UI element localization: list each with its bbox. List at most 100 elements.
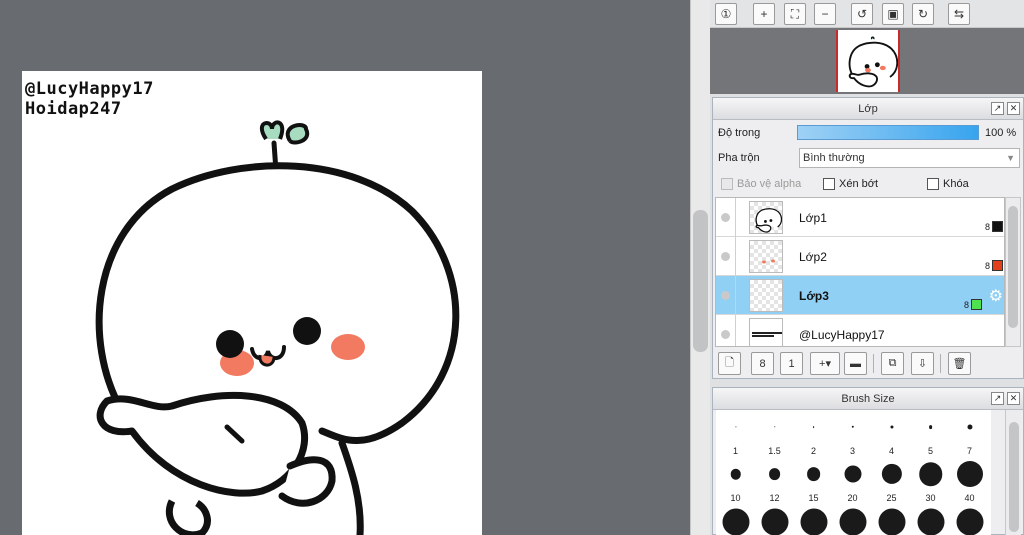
brush-size-label: 2 (810, 446, 816, 456)
visibility-toggle[interactable] (721, 252, 730, 261)
layer-color-swatch[interactable] (992, 260, 1003, 271)
brush-size-label: 1 (732, 446, 738, 456)
opacity-slider[interactable] (797, 125, 979, 140)
brush-size-dot (956, 461, 983, 487)
brush-size-option[interactable]: 25 (872, 457, 911, 507)
brush-size-option[interactable]: 40 (950, 457, 989, 507)
reset-view-icon[interactable]: ▣ (882, 3, 904, 25)
visibility-toggle[interactable] (721, 213, 730, 222)
layer-depth-badge: 8 (985, 221, 1003, 232)
protect-alpha-checkbox[interactable]: Bảo vệ alpha (721, 178, 801, 190)
brush-size-option[interactable] (833, 504, 872, 535)
navigator-thumbnail[interactable] (836, 30, 900, 92)
canvas-workspace[interactable]: @LucyHappy17 Hoidap247 (0, 0, 690, 535)
brush-size-dot (928, 425, 933, 429)
close-icon[interactable]: ✕ (1007, 102, 1020, 115)
visibility-toggle[interactable] (721, 291, 730, 300)
layer-color-swatch[interactable] (971, 299, 982, 310)
flip-horizontal-icon[interactable]: ⇆ (948, 3, 970, 25)
brush-size-option[interactable]: 15 (794, 457, 833, 507)
brush-size-option[interactable] (716, 504, 755, 535)
brush-size-panel: Brush Size ↗ ✕ 1 1.5 2 3 4 5 7 10 12 15 20 25 30 40 (712, 387, 1024, 535)
brush-size-option[interactable]: 1 (716, 410, 755, 460)
artboard[interactable]: @LucyHappy17 Hoidap247 (22, 71, 482, 535)
brush-size-option[interactable]: 10 (716, 457, 755, 507)
brush-size-option[interactable] (755, 504, 794, 535)
brush-size-option[interactable]: 5 (911, 410, 950, 460)
brush-size-dot (812, 426, 815, 428)
brush-size-label: 12 (769, 493, 780, 503)
new-8bit-layer-icon[interactable]: 8 (751, 352, 774, 375)
opacity-value: 100 % (985, 127, 1017, 139)
brush-panel-header: Brush Size ↗ ✕ (713, 388, 1023, 410)
new-layer-icon[interactable]: 🗋 (718, 352, 741, 375)
brush-size-label: 15 (808, 493, 819, 503)
brush-size-dot (730, 468, 741, 480)
layer-color-swatch[interactable] (992, 221, 1003, 232)
fit-window-icon[interactable]: ⛶ (784, 3, 806, 25)
artwork-chibi-drawing (95, 120, 460, 535)
brush-size-dot (800, 508, 827, 535)
close-icon[interactable]: ✕ (1007, 392, 1020, 405)
brush-size-option[interactable]: 12 (755, 457, 794, 507)
checkbox-box (927, 178, 939, 190)
brush-panel-scrollbar[interactable] (1005, 410, 1021, 535)
layer-name: Lớp2 (799, 250, 827, 264)
watermark-line: @LucyHappy17 (25, 79, 154, 99)
layer-list-scrollbar[interactable] (1005, 197, 1021, 347)
canvas-vertical-scrollbar[interactable] (690, 0, 710, 535)
zoom-in-icon[interactable]: + (753, 3, 775, 25)
detach-panel-icon[interactable]: ↗ (991, 392, 1004, 405)
add-layer-dropdown-icon[interactable]: +▾ (810, 352, 840, 375)
merge-layer-icon[interactable]: ⇩ (911, 352, 934, 375)
brush-size-option[interactable] (872, 504, 911, 535)
layer-row[interactable]: Lớp1 8 (716, 198, 1004, 237)
layer-row-selected[interactable]: Lớp3 8 ⚙ (716, 276, 1004, 315)
folder-icon[interactable]: ▬ (844, 352, 867, 375)
brush-size-label: 7 (966, 446, 972, 456)
layer-panel: Lớp ↗ ✕ Độ trong 100 % Pha trộn Bình thư… (712, 97, 1024, 379)
trash-icon[interactable]: 🗑 (948, 352, 971, 375)
scrollbar-thumb[interactable] (693, 210, 708, 352)
brush-size-option[interactable]: 20 (833, 457, 872, 507)
brush-size-dot (956, 508, 983, 535)
brush-size-option[interactable]: 1.5 (755, 410, 794, 460)
protect-alpha-label: Bảo vệ alpha (737, 178, 802, 190)
clipping-checkbox[interactable]: Xén bớt (823, 178, 878, 190)
brush-size-option[interactable] (950, 504, 989, 535)
navigator-panel[interactable] (710, 28, 1024, 94)
brush-size-option[interactable]: 3 (833, 410, 872, 460)
gear-icon[interactable]: ⚙ (989, 286, 1003, 306)
layer-row[interactable]: Lớp2 8 (716, 237, 1004, 276)
layer-depth-badge: 8 (985, 260, 1003, 271)
brush-size-option[interactable] (794, 504, 833, 535)
zoom-out-icon[interactable]: − (814, 3, 836, 25)
scrollbar-thumb[interactable] (1008, 206, 1018, 328)
brush-size-option[interactable]: 30 (911, 457, 950, 507)
new-1bit-layer-icon[interactable]: 1 (780, 352, 803, 375)
blend-mode-label: Pha trộn (718, 152, 760, 164)
layer-row[interactable]: @LucyHappy17 (716, 315, 1004, 346)
layer-thumbnail (749, 201, 783, 234)
brush-size-option[interactable]: 4 (872, 410, 911, 460)
layer-bit-depth: 8 (984, 260, 990, 271)
brush-size-option[interactable]: 2 (794, 410, 833, 460)
brush-size-label: 25 (886, 493, 897, 503)
scrollbar-thumb[interactable] (1009, 422, 1019, 532)
lock-checkbox[interactable]: Khóa (927, 178, 969, 190)
brush-size-dot (773, 426, 776, 428)
brush-size-option[interactable]: 7 (950, 410, 989, 460)
blend-mode-select[interactable]: Bình thường ▼ (799, 148, 1020, 168)
rotate-left-icon[interactable]: ↺ (851, 3, 873, 25)
visibility-toggle[interactable] (721, 330, 730, 339)
brush-size-dot (844, 465, 861, 483)
brush-size-label: 1.5 (768, 446, 781, 456)
watermark-line: Hoidap247 (25, 99, 122, 119)
brush-size-option[interactable] (911, 504, 950, 535)
rotate-right-icon[interactable]: ↻ (912, 3, 934, 25)
row-divider (735, 315, 736, 346)
layer-name: @LucyHappy17 (799, 328, 885, 342)
detach-panel-icon[interactable]: ↗ (991, 102, 1004, 115)
duplicate-layer-icon[interactable]: ⧉ (881, 352, 904, 375)
zoom-actual-icon[interactable]: ① (715, 3, 737, 25)
